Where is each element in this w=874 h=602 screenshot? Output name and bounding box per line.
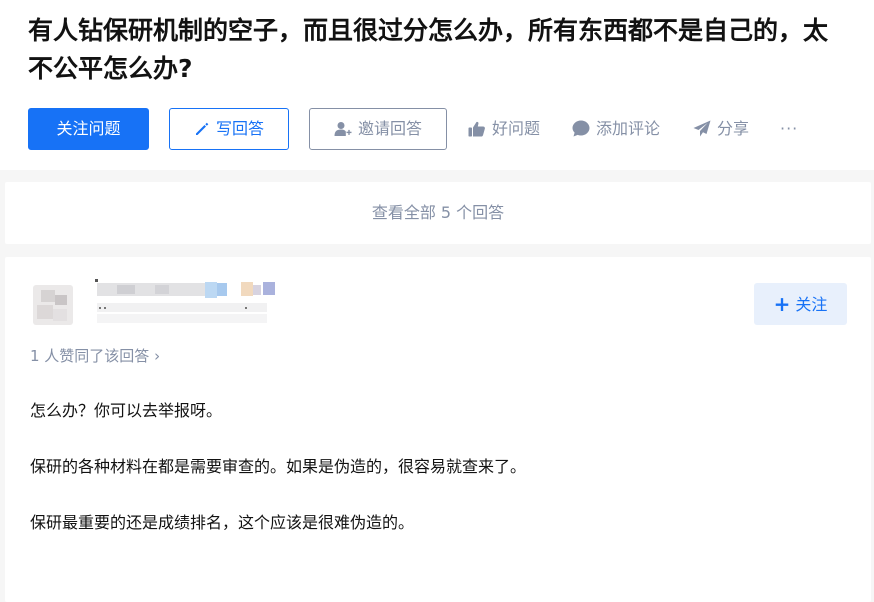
comment-bubble-icon <box>572 120 590 137</box>
author-info-blurred <box>95 279 280 327</box>
view-all-answers-link[interactable]: 查看全部 5 个回答 <box>5 182 871 244</box>
add-comment-label: 添加评论 <box>596 119 661 138</box>
invite-answer-label: 邀请回答 <box>357 119 422 138</box>
share-button[interactable]: 分享 <box>693 108 749 150</box>
question-actions: 关注问题 写回答 邀请回答 好问题 添加评论 分享 ··· <box>28 108 868 150</box>
answer-paragraph: 怎么办？你可以去举报呀。 <box>30 401 223 420</box>
more-options-label: ··· <box>780 119 799 138</box>
follow-question-label: 关注问题 <box>56 119 121 138</box>
pencil-icon <box>195 122 209 135</box>
thumbs-up-icon <box>468 121 485 137</box>
write-answer-button[interactable]: 写回答 <box>169 108 289 150</box>
answer-paragraph: 保研最重要的还是成绩排名，这个应该是很难伪造的。 <box>30 513 415 532</box>
more-options-button[interactable]: ··· <box>780 108 798 150</box>
upvote-count-link[interactable]: 1 人赞同了该回答 › <box>30 345 160 366</box>
answer-paragraph: 保研的各种材料在都是需要审查的。如果是伪造的，很容易就查来了。 <box>30 457 527 476</box>
view-all-answers-label: 查看全部 5 个回答 <box>371 203 505 222</box>
follow-user-label: 关注 <box>795 295 828 314</box>
good-question-label: 好问题 <box>492 119 541 138</box>
add-user-icon <box>334 122 352 136</box>
question-title: 有人钻保研机制的空子，而且很过分怎么办，所有东西都不是自己的，太不公平怎么办? <box>28 16 829 83</box>
follow-question-button[interactable]: 关注问题 <box>28 108 149 150</box>
avatar[interactable] <box>33 285 73 325</box>
question-header: 有人钻保研机制的空子，而且很过分怎么办，所有东西都不是自己的，太不公平怎么办? … <box>0 0 874 170</box>
paper-plane-icon <box>693 120 711 137</box>
answer-content: 怎么办？你可以去举报呀。 保研的各种材料在都是需要审查的。如果是伪造的，很容易就… <box>30 397 850 565</box>
write-answer-label: 写回答 <box>215 119 264 138</box>
add-comment-button[interactable]: 添加评论 <box>572 108 660 150</box>
good-question-button[interactable]: 好问题 <box>468 108 540 150</box>
share-label: 分享 <box>717 119 750 138</box>
plus-icon: + <box>773 292 791 316</box>
invite-answer-button[interactable]: 邀请回答 <box>309 108 447 150</box>
answer-card: + 关注 1 人赞同了该回答 › 怎么办？你可以去举报呀。 保研的各种材料在都是需… <box>5 257 871 602</box>
follow-user-button[interactable]: + 关注 <box>754 283 847 325</box>
